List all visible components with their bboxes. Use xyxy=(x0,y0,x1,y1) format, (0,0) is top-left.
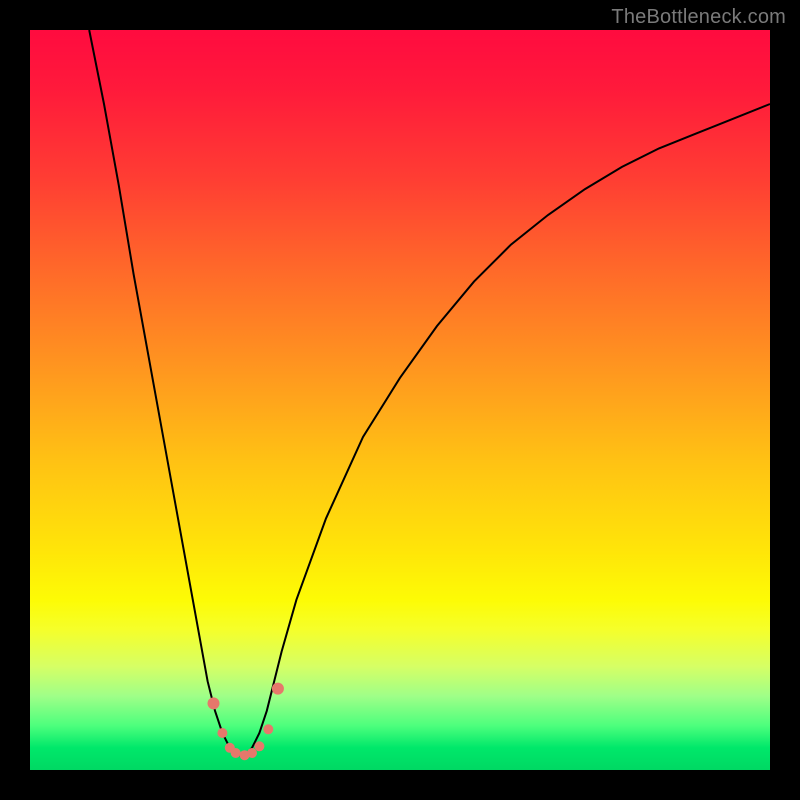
plot-area xyxy=(30,30,770,770)
bottleneck-curve xyxy=(89,30,770,755)
min-dot xyxy=(231,748,241,758)
curve-layer xyxy=(30,30,770,770)
min-dot xyxy=(247,748,257,758)
watermark-text: TheBottleneck.com xyxy=(611,6,786,29)
min-dot xyxy=(208,697,220,709)
chart-frame: TheBottleneck.com xyxy=(0,0,800,800)
min-dot xyxy=(272,683,284,695)
min-dot xyxy=(263,724,273,734)
min-dot xyxy=(217,728,227,738)
min-dot xyxy=(254,741,264,751)
